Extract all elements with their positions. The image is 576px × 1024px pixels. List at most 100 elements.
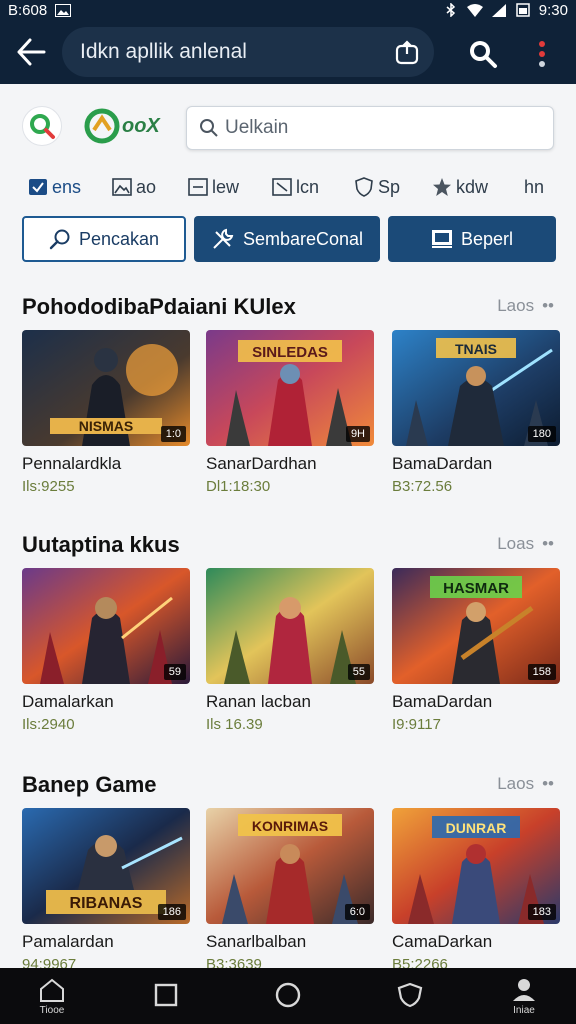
duration-badge: 1:0 [160,426,186,442]
thumbnail-banner: HASMAR [443,580,509,597]
nav-circle[interactable] [252,968,324,1024]
battery-icon [515,3,531,17]
more-options-icon[interactable] [532,39,552,69]
card-title: SanarDardhan [206,454,317,473]
filter-chip-label: ao [136,176,157,197]
filter-chip-label: lew [212,176,240,197]
filter-chip-3[interactable]: lew [188,172,239,202]
card-title: Ranan lacban [206,692,311,711]
filter-chip-6[interactable]: kdw [432,172,488,202]
card-meta: B3:72.56 [392,478,453,495]
game-thumbnail: SINLEDAS 9H [206,330,374,446]
person-icon [513,978,535,1001]
search-icon[interactable] [466,37,498,69]
card-title: Pennalardkla [22,454,122,473]
game-card[interactable]: NISMAS 1:0 Pennalardkla Ils:9255 [22,330,190,495]
game-thumbnail: HASMAR 158 [392,568,560,684]
duration-badge: 55 [347,664,370,680]
more-label: Laos [497,296,535,315]
filter-chip-5[interactable]: Sp [354,172,400,202]
logo-search-icon [30,114,55,139]
brand-mark-icon [84,108,120,144]
section-more-link[interactable]: Laos •• [497,296,554,316]
more-label: Laos [497,774,535,793]
game-thumbnail: DUNRAR 183 [392,808,560,924]
section-title: Uutaptina kkus [22,532,180,557]
filter-row: ens ao lew lcn Sp kdw hn [0,172,576,202]
square-icon [154,983,178,1007]
address-bar[interactable]: Idkn apllik anlenal [62,27,434,77]
checkbox-icon [28,177,48,197]
game-card[interactable]: RIBANAS 186 Pamalardan 94:9967 [22,808,190,973]
dots-icon: •• [542,296,554,315]
card-title: BamaDardan [392,454,493,473]
thumbnail-banner: SINLEDAS [252,344,328,361]
filter-chip-label: Sp [378,176,401,197]
filter-chip-7[interactable]: hn [524,172,544,202]
game-card[interactable]: DUNRAR 183 CamaDarkan B5:2266 [392,808,560,973]
action-button-2[interactable]: SembareConal [194,216,380,262]
game-thumbnail: NISMAS 1:0 [22,330,190,446]
nav-profile[interactable]: Iniae [488,968,560,1024]
search-field[interactable]: Uelkain [186,106,554,150]
filter-chip-4[interactable]: lcn [272,172,319,202]
filter-chip-label: hn [524,176,545,197]
status-bar: B:608 9:30 [0,0,576,20]
gallery-icon [55,3,72,17]
game-thumbnail: KONRIMAS 6:0 [206,808,374,924]
nav-shield[interactable] [374,968,446,1024]
section-1: PohododibaPdaiani KUlex Laos •• NISMAS 1:… [0,294,576,516]
thumbnail-banner: TNAIS [455,341,497,357]
filter-chip-2[interactable]: ao [112,172,156,202]
game-card[interactable]: KONRIMAS 6:0 Sanarlbalban B3:3639 [206,808,374,973]
card-meta: I9:9117 [392,716,441,733]
action-row: Pencakan SembareConal Beperl [0,216,576,262]
nav-home[interactable]: Tiooe [16,968,88,1024]
section-more-link[interactable]: Loas •• [497,534,554,554]
dots-icon: •• [542,774,554,793]
shield-icon [354,177,374,197]
action-button-3[interactable]: Beperl [388,216,556,262]
duration-badge: 59 [163,664,186,680]
card-title: BamaDardan [392,692,493,711]
brand-text: ooX [122,114,160,137]
section-3: Banep Game Laos •• RIBANAS 186 Pamalardan… [0,772,576,994]
filter-chip-label: lcn [296,176,320,197]
duration-badge: 186 [157,904,186,920]
back-button[interactable] [0,20,62,84]
action-label: SembareConal [242,228,364,249]
section-title: Banep Game [22,772,157,797]
more-label: Loas [497,534,535,553]
duration-badge: 180 [527,426,556,442]
monitor-icon [431,230,452,248]
app-logo[interactable] [22,106,62,146]
status-clock: 9:30 [538,1,568,19]
game-card[interactable]: HASMAR 158 BamaDardan I9:9117 [392,568,560,733]
game-card[interactable]: TNAIS 180 BamaDardan B3:72.56 [392,330,560,495]
filter-chip-1[interactable]: ens [28,172,81,202]
share-icon[interactable] [394,39,420,65]
search-field-icon [200,119,218,137]
signal-icon [491,3,507,17]
nav-home-label: Tiooe [39,1004,65,1016]
card-title: Sanarlbalban [206,932,307,951]
game-card[interactable]: 59 Damalarkan Ils:2940 [22,568,190,733]
game-thumbnail: TNAIS 180 [392,330,560,446]
section-title: PohododibaPdaiani KUlex [22,294,296,319]
brand-logo[interactable]: ooX [84,106,160,146]
action-label: Beperl [460,228,514,249]
game-card[interactable]: SINLEDAS 9H SanarDardhan Dl1:18:30 [206,330,374,495]
section-more-link[interactable]: Laos •• [497,774,554,794]
duration-badge: 6:0 [344,904,370,920]
game-card[interactable]: 55 Ranan lacban Ils 16.39 [206,568,374,733]
duration-badge: 9H [345,426,370,442]
shield-icon [397,982,423,1008]
action-button-1[interactable]: Pencakan [22,216,186,262]
card-meta: Ils 16.39 [206,716,263,733]
address-text: Idkn apllik anlenal [80,40,247,63]
home-icon [40,978,64,1002]
nav-recent[interactable] [130,968,202,1024]
thumbnail-banner: KONRIMAS [252,818,328,834]
game-thumbnail: RIBANAS 186 [22,808,190,924]
card-title: CamaDarkan [392,932,493,951]
